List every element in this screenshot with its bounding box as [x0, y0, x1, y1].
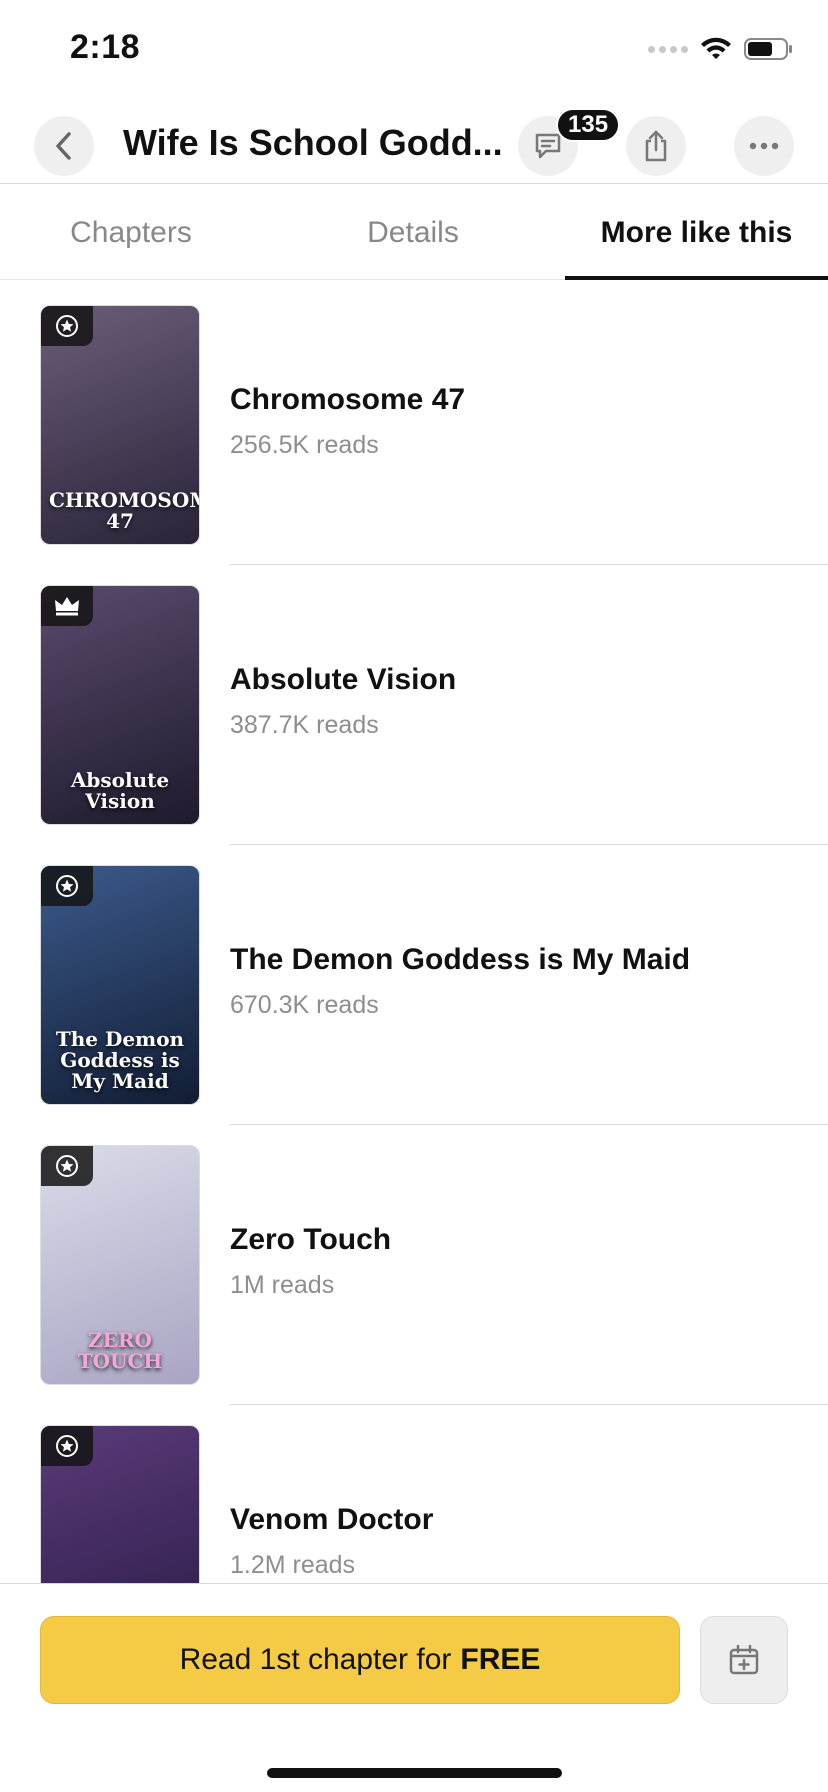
add-to-calendar-button[interactable]	[700, 1616, 788, 1704]
item-title: The Demon Goddess is My Maid	[230, 943, 691, 976]
item-title: Chromosome 47	[230, 383, 466, 416]
navigation-bar: Wife Is School Godd... 135	[0, 100, 828, 184]
tab-bar: Chapters Details More like this	[0, 185, 828, 280]
read-button-label-bold: FREE	[460, 1643, 541, 1676]
star-badge-icon	[41, 866, 93, 906]
tab-details[interactable]: Details	[282, 185, 544, 280]
cover-title-text: The Demon Goddess is My Maid	[55, 1027, 185, 1093]
more-options-button[interactable]	[734, 116, 794, 176]
cover-image	[40, 1425, 200, 1585]
status-indicators	[648, 34, 794, 64]
crown-icon	[41, 586, 93, 626]
item-reads: 670.3K reads	[230, 991, 379, 1019]
page-title: Wife Is School Godd...	[123, 122, 503, 163]
cellular-signal-icon	[648, 45, 688, 53]
cover-image: The Demon Goddess is My Maid	[40, 865, 200, 1105]
cover-image: Absolute Vision	[40, 585, 200, 825]
cover-title-text: Absolute Vision	[70, 768, 170, 813]
item-reads: 1M reads	[230, 1271, 335, 1299]
read-first-chapter-button[interactable]: Read 1st chapter for FREE	[40, 1616, 680, 1704]
star-badge-icon	[41, 1426, 93, 1466]
bottom-action-bar: Read 1st chapter for FREE	[0, 1583, 828, 1792]
share-icon	[645, 130, 667, 162]
back-button[interactable]	[34, 116, 94, 176]
status-time: 2:18	[70, 28, 141, 66]
read-button-label: Read 1st chapter for	[179, 1643, 452, 1676]
item-title: Venom Doctor	[230, 1503, 434, 1536]
wifi-icon	[700, 37, 732, 61]
home-indicator	[267, 1768, 562, 1778]
item-title: Absolute Vision	[230, 663, 457, 696]
item-reads: 256.5K reads	[230, 431, 379, 459]
battery-icon	[744, 37, 794, 61]
item-reads: 387.7K reads	[230, 711, 379, 739]
cover-title-text: CHROMOSOME 47	[49, 488, 199, 533]
share-button[interactable]	[626, 116, 686, 176]
tab-chapters[interactable]: Chapters	[0, 185, 262, 280]
comments-count-badge: 135	[556, 108, 621, 142]
list-item[interactable]: The Demon Goddess is My Maid The Demon G…	[0, 845, 828, 1125]
screen: 2:18 Wife Is School Godd... 135 Chapters…	[0, 0, 828, 1792]
recommendations-list[interactable]: CHROMOSOME 47 Chromosome 47 256.5K reads…	[0, 285, 828, 1585]
tab-more-like-this[interactable]: More like this	[565, 185, 828, 280]
calendar-add-icon	[729, 1644, 759, 1675]
cover-title-text: ZERO TOUCH	[77, 1328, 163, 1373]
star-badge-icon	[41, 1146, 93, 1186]
cover-image: ZERO TOUCH	[40, 1145, 200, 1385]
item-title: Zero Touch	[230, 1223, 392, 1256]
status-bar: 2:18	[0, 0, 828, 100]
list-item[interactable]: CHROMOSOME 47 Chromosome 47 256.5K reads	[0, 285, 828, 565]
cover-image: CHROMOSOME 47	[40, 305, 200, 545]
list-item[interactable]: ZERO TOUCH Zero Touch 1M reads	[0, 1125, 828, 1405]
star-badge-icon	[41, 306, 93, 346]
list-item[interactable]: Venom Doctor 1.2M reads	[0, 1405, 828, 1585]
list-item[interactable]: Absolute Vision Absolute Vision 387.7K r…	[0, 565, 828, 845]
chevron-left-icon	[56, 132, 71, 160]
active-tab-indicator	[565, 276, 828, 280]
ellipsis-icon	[749, 142, 779, 150]
item-reads: 1.2M reads	[230, 1551, 356, 1579]
